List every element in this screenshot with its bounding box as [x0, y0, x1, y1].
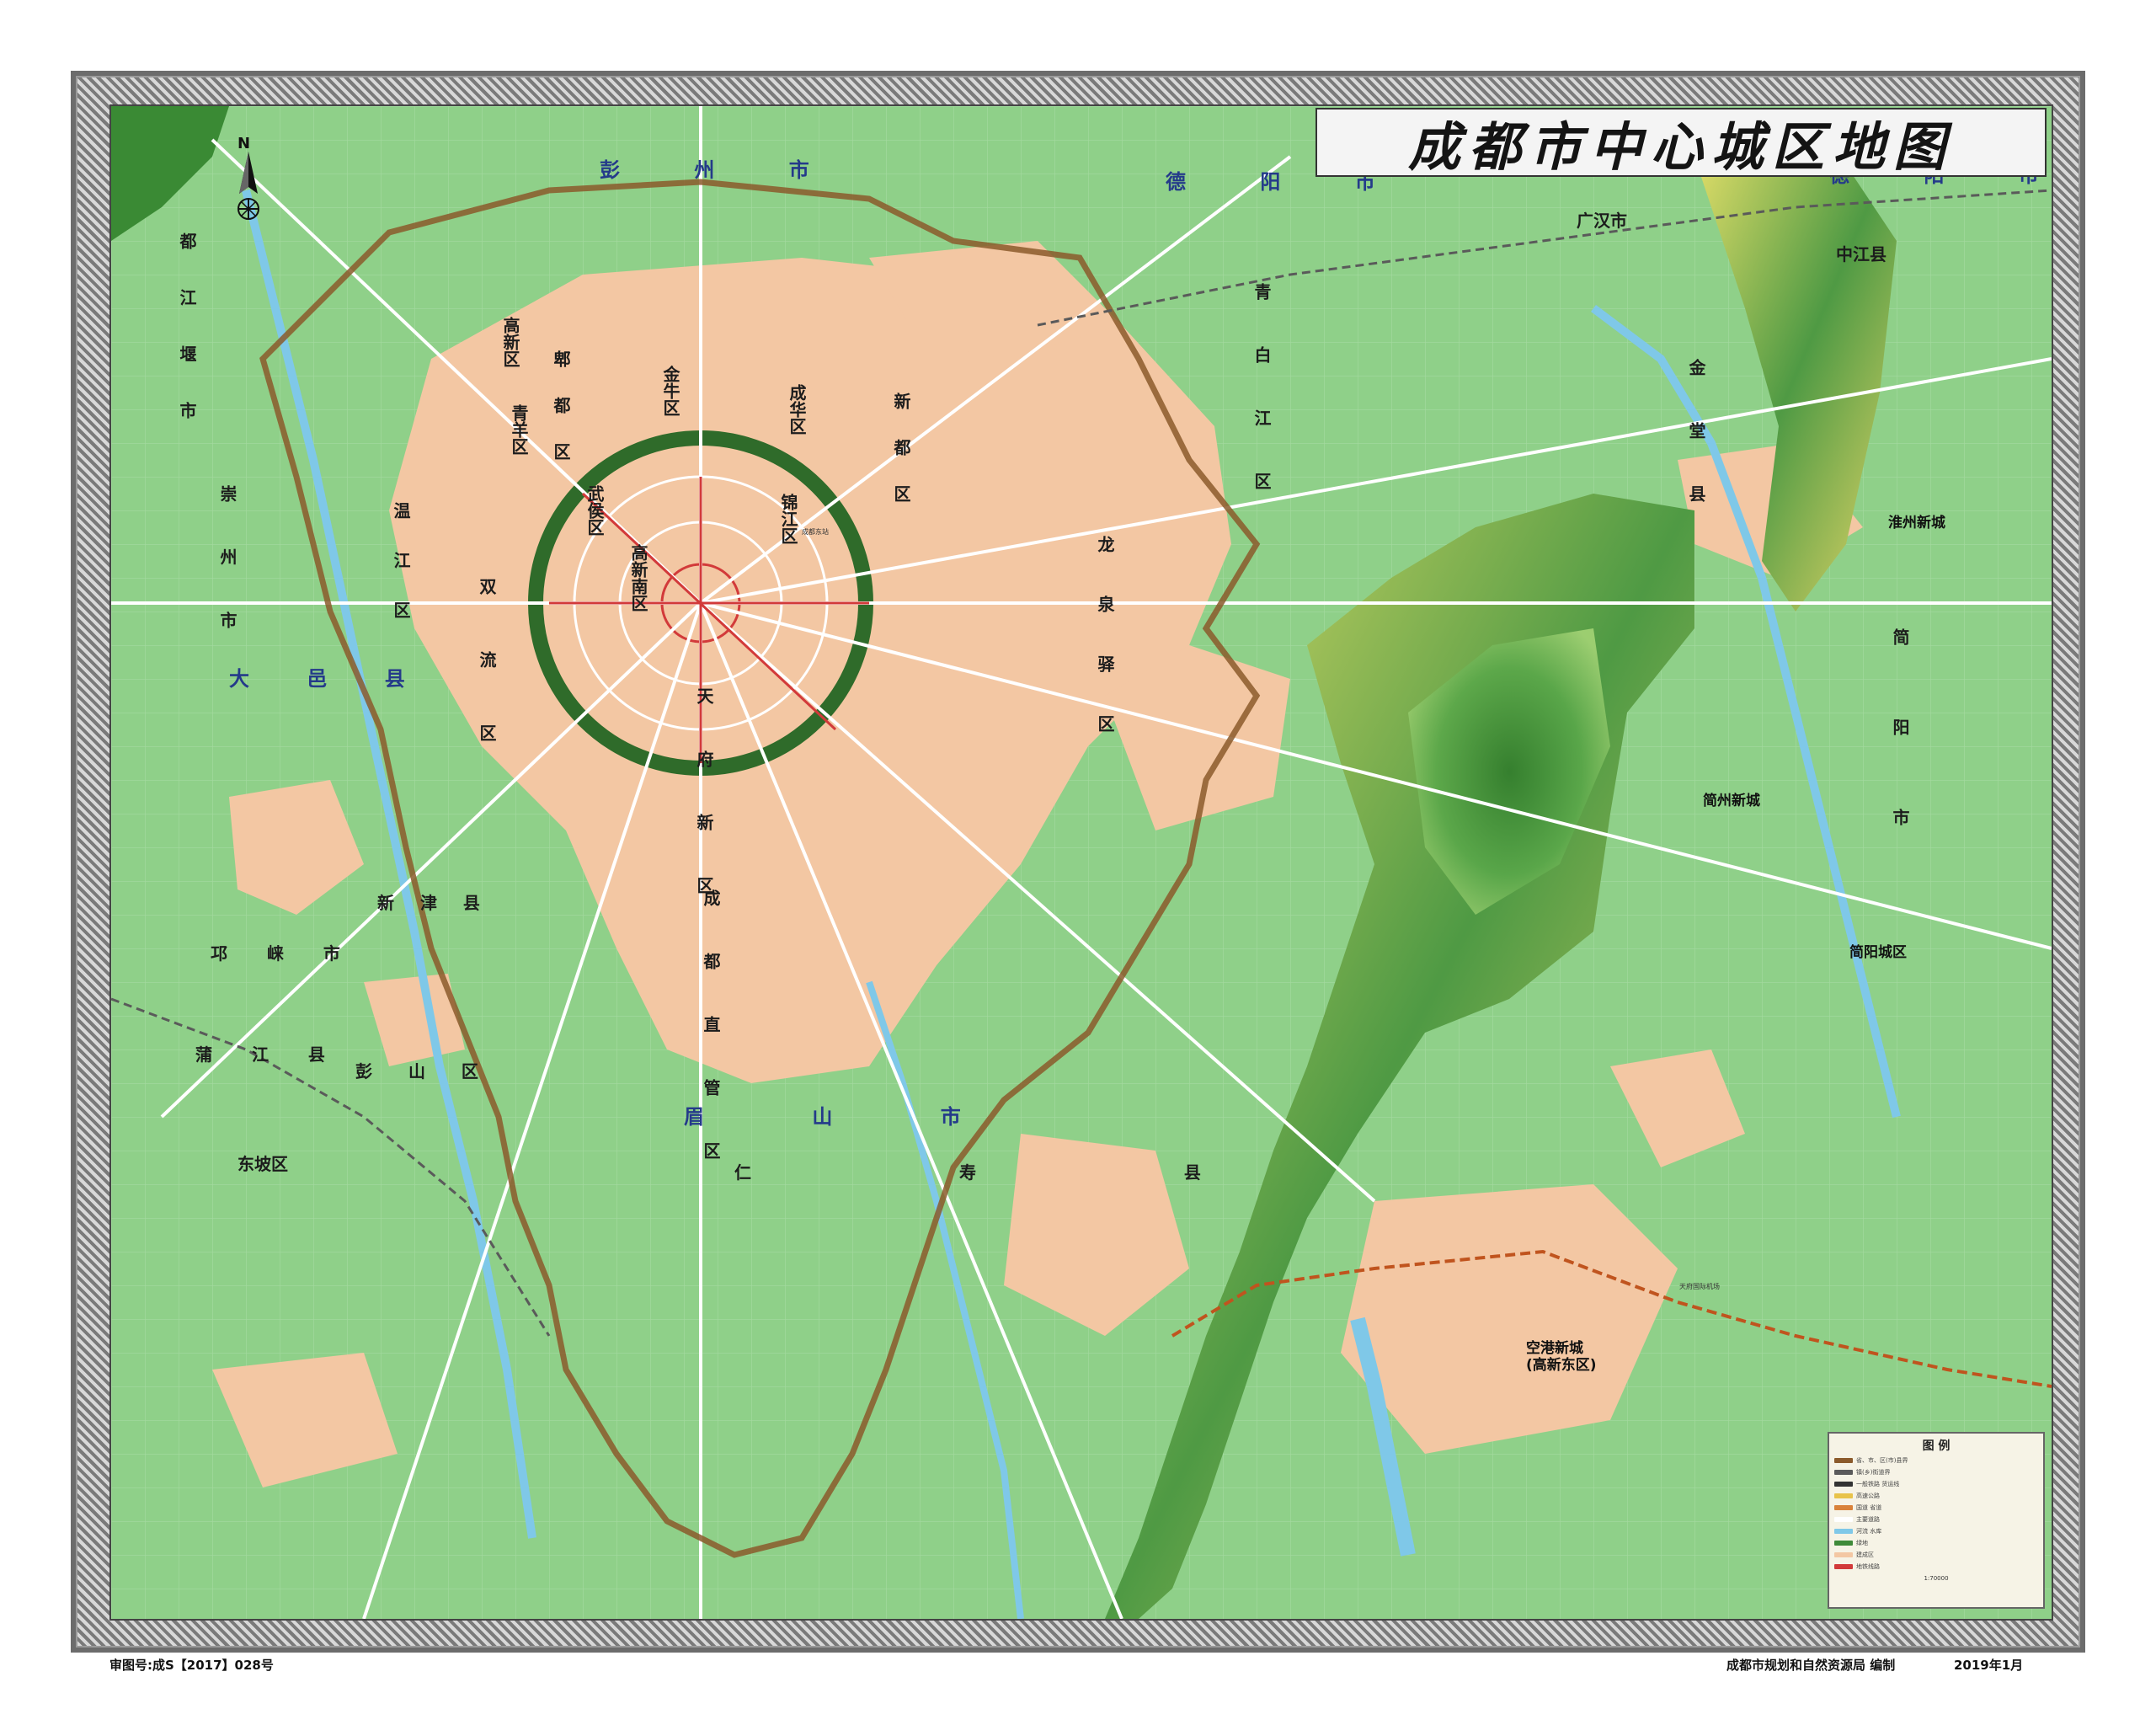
region-label: 蒲 江 县: [195, 1044, 342, 1065]
map-legend: 图 例 省、市、区(市)县界 镇(乡)街道界一般铁路 货运线 高速公路国道 省道主要…: [1828, 1432, 2045, 1609]
legend-label: 镇(乡)街道界: [1856, 1468, 1891, 1476]
legend-item: 绿地: [1834, 1537, 2038, 1548]
legend-symbol: [1834, 1551, 1853, 1557]
region-label: 新 津 县: [377, 893, 490, 913]
legend-item: 建成区: [1834, 1549, 2038, 1560]
legend-symbol: [1834, 1563, 1853, 1569]
region-label: 眉 山 市: [684, 1105, 1011, 1129]
map-title: 成都市中心城区地图: [1407, 116, 1954, 178]
legend-item: 高速公路: [1834, 1490, 2038, 1501]
legend-scale: 1:70000: [1924, 1575, 1949, 1582]
region-label: 大 邑 县: [229, 667, 430, 691]
legend-symbol: [1834, 1469, 1853, 1475]
legend-symbol: [1834, 1493, 1853, 1498]
legend-label: 河流 水库: [1856, 1527, 1882, 1535]
newtown-label: 简州新城: [1703, 793, 1760, 809]
legend-label: 地铁线路: [1856, 1562, 1880, 1570]
region-label: 龙 泉 驿 区: [1095, 536, 1115, 750]
region-label: 成华区: [787, 384, 807, 435]
legend-item: 镇(乡)街道界: [1834, 1466, 2038, 1477]
region-label: 双 流 区: [477, 578, 497, 766]
region-label: 高新南区: [628, 544, 648, 611]
region-label: 简阳城区: [1849, 944, 1907, 961]
legend-symbol: [1834, 1457, 1853, 1463]
legend-label: 高速公路: [1856, 1492, 1880, 1499]
region-label: 新 都 区: [891, 393, 911, 514]
legend-item: 地铁线路: [1834, 1561, 2038, 1572]
legend-symbol: [1834, 1528, 1853, 1534]
newtown-label: (高新东区): [1526, 1357, 1597, 1374]
region-label: 简 阳 市: [1890, 628, 1910, 859]
legend-symbol: [1834, 1516, 1853, 1522]
region-label: 邛 崃 市: [211, 943, 357, 964]
legend-symbol: [1834, 1481, 1853, 1487]
region-label: 金牛区: [660, 366, 680, 416]
region-label: 东坡区: [237, 1154, 288, 1174]
legend-item: 国道 省道: [1834, 1502, 2038, 1513]
region-label: 高新区: [500, 317, 520, 367]
region-label: 锦江区: [778, 494, 798, 544]
region-label: 仁 寿 县: [734, 1162, 1302, 1183]
region-label: 彭 州 市: [600, 158, 843, 182]
map-sheet: 彭 州 市 德 阳 市 德 阳 市 广汉市 中江县 郫 都 区 新 都 区 青 …: [0, 0, 2156, 1725]
map-title-box: 成都市中心城区地图: [1315, 108, 2047, 178]
legend-symbol: [1834, 1504, 1853, 1510]
legend-item: 主要道路: [1834, 1514, 2038, 1525]
publisher-label: 成都市规划和自然资源局 编制: [1726, 1658, 1896, 1673]
approval-number: 审图号:成S【2017】028号: [109, 1658, 274, 1673]
north-arrow-icon: [237, 152, 259, 220]
region-label: 青 白 江 区: [1251, 283, 1272, 510]
region-label: 武侯区: [584, 485, 605, 536]
region-label: 中江县: [1836, 244, 1886, 264]
newtown-label: 淮州新城: [1888, 515, 1945, 531]
legend-items: 省、市、区(市)县界 镇(乡)街道界一般铁路 货运线 高速公路国道 省道主要道路河流…: [1834, 1455, 2038, 1572]
legend-label: 建成区: [1856, 1551, 1874, 1558]
region-label: 崇 州 市: [217, 485, 237, 649]
legend-item: 省、市、区(市)县界: [1834, 1455, 2038, 1466]
region-label: 彭 山 区: [355, 1061, 494, 1081]
region-label: 天 府 新 区: [694, 687, 714, 914]
region-label: 广汉市: [1577, 211, 1627, 231]
legend-item: 一般铁路 货运线: [1834, 1478, 2038, 1489]
legend-item: 河流 水库: [1834, 1525, 2038, 1536]
legend-title: 图 例: [1922, 1439, 1951, 1453]
region-label: 温 江 区: [391, 502, 411, 632]
legend-symbol: [1834, 1540, 1853, 1546]
region-label: 青羊区: [509, 404, 529, 455]
legend-label: 主要道路: [1856, 1515, 1880, 1523]
station-label: 成都东站: [802, 528, 829, 536]
region-label: 金 堂 县: [1686, 359, 1706, 522]
legend-label: 绿地: [1856, 1539, 1868, 1546]
publish-date: 2019年1月: [1954, 1658, 2024, 1673]
region-label: 成 都 直 管 区: [701, 889, 721, 1179]
region-label: 郫 都 区: [551, 350, 571, 472]
map-graphic: [111, 106, 2052, 1619]
legend-label: 国道 省道: [1856, 1503, 1882, 1511]
map-canvas[interactable]: 彭 州 市 德 阳 市 德 阳 市 广汉市 中江县 郫 都 区 新 都 区 青 …: [109, 104, 2053, 1621]
region-label: 都 江 堰 市: [177, 232, 197, 435]
legend-label: 省、市、区(市)县界: [1856, 1456, 1908, 1464]
north-label: N: [237, 135, 251, 152]
legend-label: 一般铁路 货运线: [1856, 1480, 1900, 1487]
airport-label: 天府国际机场: [1679, 1283, 1720, 1290]
